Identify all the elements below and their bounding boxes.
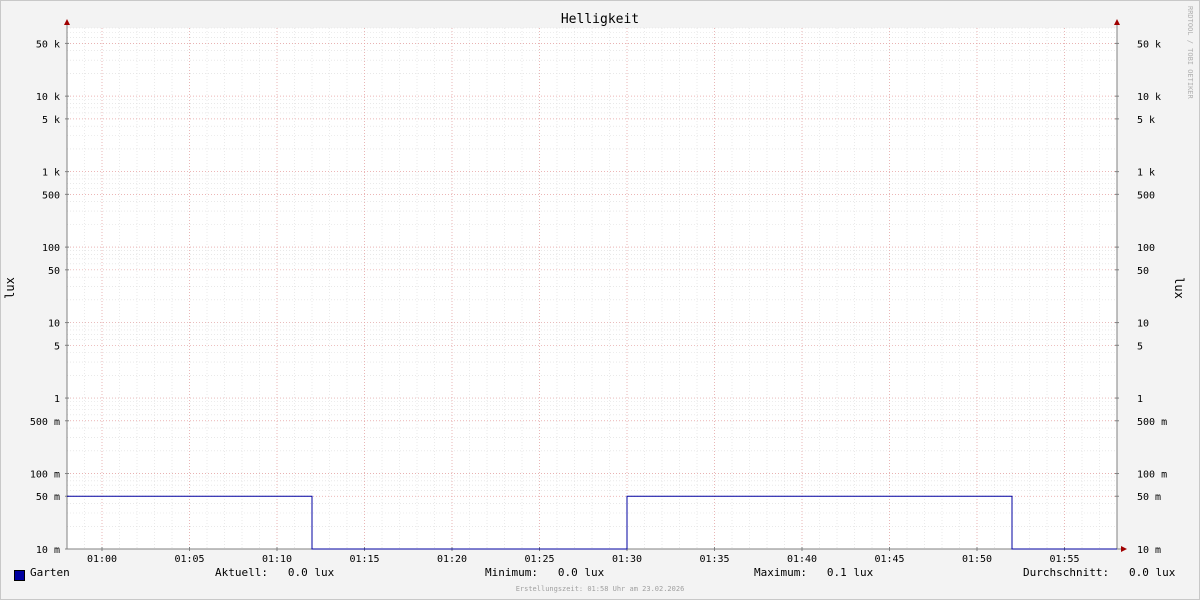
x-tick-label: 01:50: [962, 554, 992, 565]
y-tick-label-right: 500: [1137, 190, 1155, 201]
y-tick-label-right: 500 m: [1137, 417, 1167, 428]
y-tick-label-left: 1 k: [42, 168, 60, 179]
x-tick-label: 01:25: [524, 554, 554, 565]
x-tick-label: 01:10: [262, 554, 292, 565]
x-tick-label: 01:30: [612, 554, 642, 565]
y-axis-label-right: lux: [1172, 277, 1186, 299]
y-tick-label-right: 50: [1137, 266, 1149, 277]
y-tick-label-left: 100: [42, 243, 60, 254]
y-tick-label-right: 10: [1137, 319, 1149, 330]
x-tick-label: 01:05: [174, 554, 204, 565]
y-tick-label-left: 1: [54, 394, 60, 405]
x-tick-label: 01:00: [87, 554, 117, 565]
y-axis-label-left: lux: [3, 277, 17, 299]
x-axis-arrow: [1121, 546, 1127, 552]
chart-title: Helligkeit: [561, 12, 639, 27]
brightness-chart: 50 k 50 k10 k 10 k5 k5 k1 k1 k500 500100 100…: [3, 12, 1186, 565]
y-tick-label-left: 10 m: [36, 545, 60, 556]
y-tick-label-right: 100: [1137, 243, 1155, 254]
y-tick-label-left: 50 m: [36, 492, 60, 503]
y-tick-label-left: 10: [48, 319, 60, 330]
y-tick-label-right: 1 k: [1137, 168, 1155, 179]
y-tick-label-right: 10 k: [1137, 92, 1161, 103]
y-tick-label-left: 10 k: [36, 92, 60, 103]
y-axis-right-arrow: [1114, 19, 1120, 25]
y-tick-label-left: 100 m: [30, 470, 60, 481]
legend-maximum: Maximum: 0.1 lux: [754, 566, 874, 579]
creation-time-footer: Erstellungszeit: 01:58 Uhr am 23.02.2026: [515, 585, 685, 593]
y-tick-label-left: 5 k: [42, 115, 60, 126]
legend-minimum: Minimum: 0.0 lux: [485, 566, 605, 579]
y-tick-label-left: 500: [42, 190, 60, 201]
rrdtool-watermark: RRDTOOL / TOBI OETIKER: [1186, 6, 1194, 99]
y-tick-label-right: 5 k: [1137, 115, 1155, 126]
x-tick-label: 01:45: [874, 554, 904, 565]
y-tick-label-left: 500 m: [30, 417, 60, 428]
y-tick-label-right: 10 m: [1137, 545, 1161, 556]
y-tick-label-right: 50 m: [1137, 492, 1161, 503]
y-tick-label-right: 1: [1137, 394, 1143, 405]
legend-current: Aktuell: 0.0 lux: [215, 566, 335, 579]
y-tick-label-left: 50: [48, 266, 60, 277]
x-tick-label: 01:40: [787, 554, 817, 565]
y-tick-label-left: 5: [54, 341, 60, 352]
x-tick-label: 01:20: [437, 554, 467, 565]
y-tick-label-right: 50 k: [1137, 39, 1161, 50]
y-tick-label-right: 5: [1137, 341, 1143, 352]
x-tick-label: 01:55: [1049, 554, 1079, 565]
legend-series-name: Garten: [30, 566, 70, 579]
y-tick-label-right: 100 m: [1137, 470, 1167, 481]
legend-average: Durchschnitt: 0.0 lux: [1023, 566, 1176, 579]
x-tick-label: 01:15: [349, 554, 379, 565]
x-tick-label: 01:35: [699, 554, 729, 565]
y-tick-label-left: 50 k: [36, 39, 60, 50]
y-axis-left-arrow: [64, 19, 70, 25]
legend-swatch-garten: [14, 570, 25, 581]
